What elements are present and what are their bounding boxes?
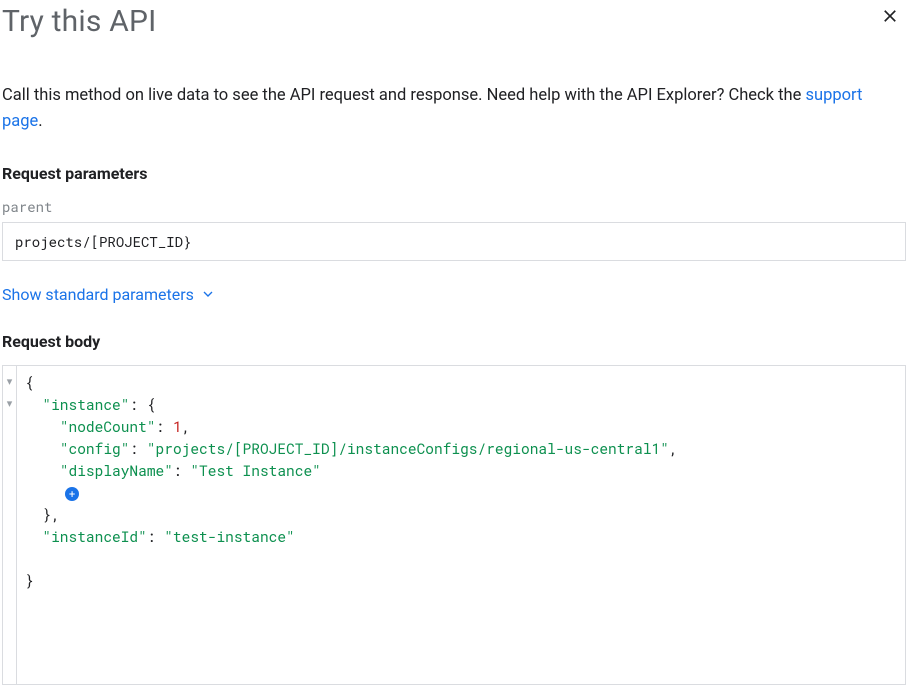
close-icon <box>880 6 900 26</box>
json-val-instanceid[interactable]: "test-instance" <box>164 527 295 546</box>
description-prefix: Call this method on live data to see the… <box>2 86 805 105</box>
chevron-down-icon <box>200 286 216 302</box>
json-key-nodecount[interactable]: "nodeCount" <box>60 417 156 436</box>
param-label-parent: parent <box>2 197 906 216</box>
show-standard-parameters-label: Show standard parameters <box>2 285 194 304</box>
description-suffix: . <box>38 112 42 131</box>
editor-gutter: ▾ ▾ <box>3 366 17 684</box>
parent-input[interactable] <box>2 222 906 261</box>
show-standard-parameters-toggle[interactable]: Show standard parameters <box>2 285 216 304</box>
json-val-displayname[interactable]: "Test Instance" <box>190 461 321 480</box>
json-val-config[interactable]: "projects/[PROJECT_ID]/instanceConfigs/r… <box>147 439 669 458</box>
json-key-displayname[interactable]: "displayName" <box>60 461 173 480</box>
json-key-instance[interactable]: "instance" <box>42 395 129 414</box>
close-button[interactable] <box>880 4 906 30</box>
fold-toggle-row-2[interactable]: ▾ <box>3 394 16 416</box>
request-body-heading: Request body <box>2 332 906 351</box>
description-text: Call this method on live data to see the… <box>2 83 906 136</box>
request-parameters-heading: Request parameters <box>2 164 906 183</box>
json-val-nodecount[interactable]: 1 <box>173 417 182 436</box>
fold-toggle-row-1[interactable]: ▾ <box>3 372 16 394</box>
page-title: Try this API <box>2 4 156 39</box>
json-key-config[interactable]: "config" <box>60 439 130 458</box>
json-key-instanceid[interactable]: "instanceId" <box>42 527 146 546</box>
json-code-area[interactable]: { "instance": { "nodeCount": 1, "config"… <box>17 366 905 684</box>
add-property-button[interactable]: + <box>65 487 79 501</box>
request-body-editor[interactable]: ▾ ▾ { "instance": { "nodeCount": 1, "con… <box>2 365 906 685</box>
